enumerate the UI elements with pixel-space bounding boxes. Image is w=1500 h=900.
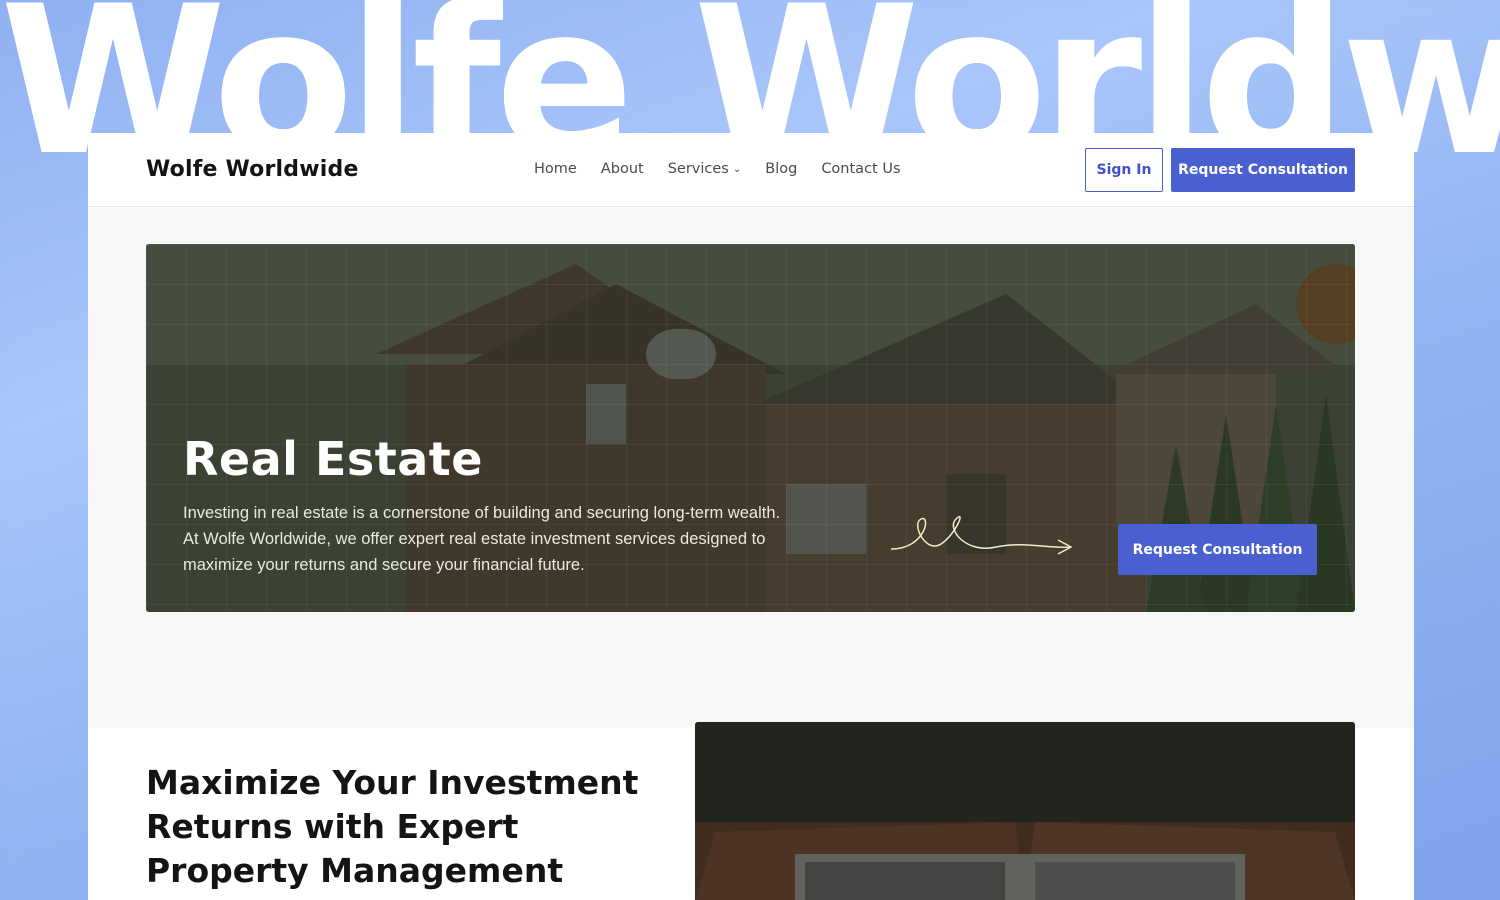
nav-item-home[interactable]: Home <box>534 161 577 177</box>
main-menu: Home About Services ⌄ Blog Contact Us <box>534 161 901 177</box>
hero-description: Investing in real estate is a cornerston… <box>183 504 781 574</box>
page-frame: Wolfe Worldwide Home About Services ⌄ Blo… <box>88 133 1414 900</box>
section-title: Maximize Your Investment Returns with Ex… <box>146 763 639 890</box>
nav-item-about[interactable]: About <box>601 161 644 177</box>
request-consultation-button[interactable]: Request Consultation <box>1171 148 1355 192</box>
nav-item-services[interactable]: Services ⌄ <box>668 161 742 177</box>
hero-banner: Real Estate Investing in real estate is … <box>146 244 1355 612</box>
property-management-image <box>695 722 1355 900</box>
site-logo[interactable]: Wolfe Worldwide <box>146 157 359 182</box>
squiggle-arrow-icon <box>890 516 1073 555</box>
chevron-down-icon: ⌄ <box>732 164 742 175</box>
sign-in-button[interactable]: Sign In <box>1085 148 1163 192</box>
nav-item-contact[interactable]: Contact Us <box>821 161 900 177</box>
book-photo <box>695 722 1355 900</box>
hero-request-consultation-button[interactable]: Request Consultation <box>1118 524 1317 575</box>
hero-title: Real Estate <box>183 432 483 486</box>
top-navigation: Wolfe Worldwide Home About Services ⌄ Blo… <box>88 133 1414 207</box>
nav-item-services-label: Services <box>667 161 729 177</box>
nav-item-blog[interactable]: Blog <box>765 161 797 177</box>
